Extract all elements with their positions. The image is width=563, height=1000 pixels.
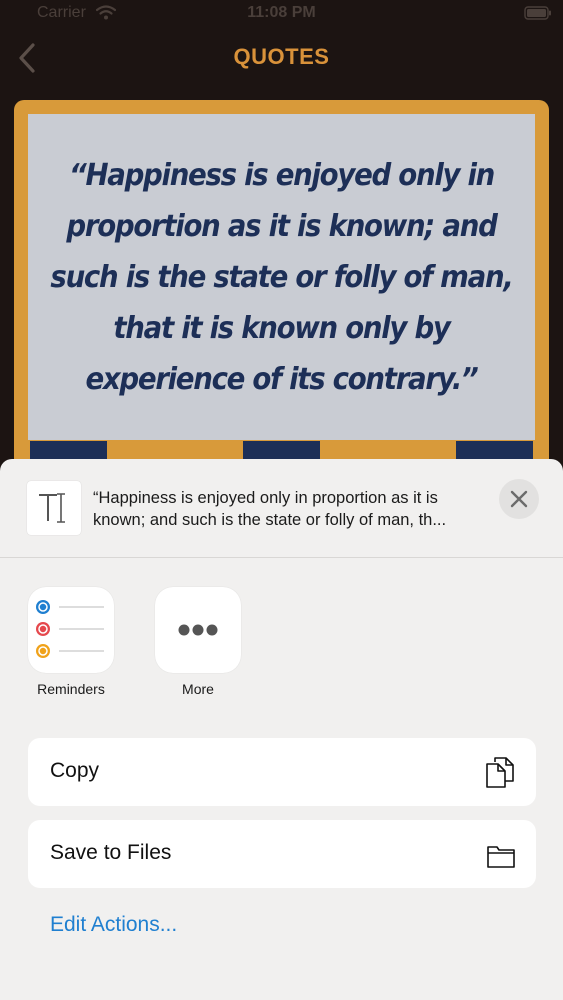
edit-actions-link[interactable]: Edit Actions... [50,913,177,937]
close-button[interactable] [499,479,539,519]
copy-icon [486,757,514,788]
action-label: Copy [50,759,100,782]
battery-icon [524,6,551,20]
more-icon [155,587,241,673]
share-sheet: “Happiness is enjoyed only in proportion… [0,459,563,1000]
app-label: Reminders [37,681,105,697]
close-icon [510,490,528,508]
quote-text: “Happiness is enjoyed only in proportion… [50,157,513,397]
action-label: Save to Files [50,841,172,864]
nav-bar: QUOTES [0,28,563,92]
copy-action[interactable]: Copy [28,738,536,806]
save-to-files-action[interactable]: Save to Files [28,820,536,888]
folder-icon [487,846,515,868]
reminders-icon [28,587,114,673]
share-header: “Happiness is enjoyed only in proportion… [0,459,563,558]
status-time: 11:08 PM [247,4,316,21]
quote-panel: “Happiness is enjoyed only in proportion… [28,114,535,440]
share-preview-text: “Happiness is enjoyed only in proportion… [93,489,447,529]
app-label: More [182,681,214,697]
text-type-icon [27,481,81,535]
page-title: QUOTES [233,44,330,69]
quote-card: “Happiness is enjoyed only in proportion… [14,100,549,480]
status-bar: Carrier 11:08 PM [0,0,563,28]
